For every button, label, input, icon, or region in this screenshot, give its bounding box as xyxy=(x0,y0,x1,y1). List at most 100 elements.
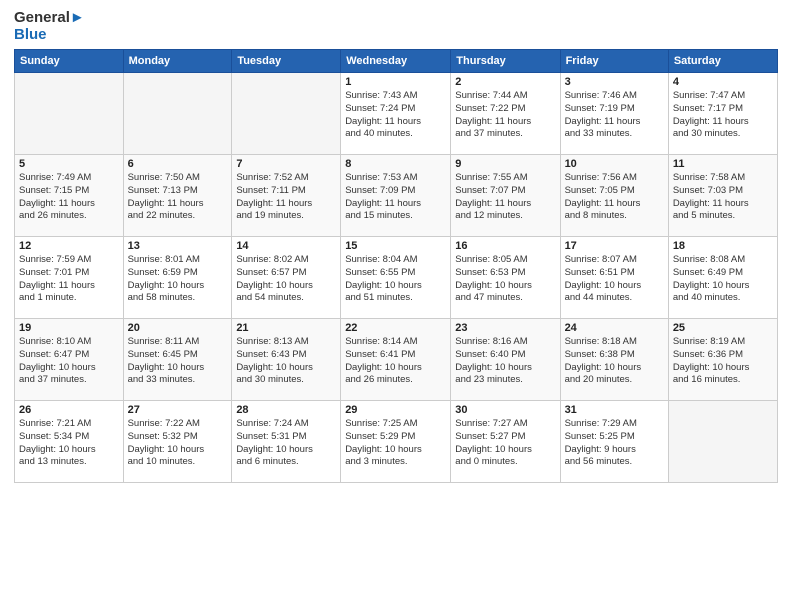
day-number: 16 xyxy=(455,240,555,252)
weekday-header: Monday xyxy=(123,50,232,73)
day-number: 6 xyxy=(128,158,228,170)
calendar-cell xyxy=(15,73,124,155)
day-info: Sunrise: 8:07 AM Sunset: 6:51 PM Dayligh… xyxy=(565,254,664,305)
day-number: 2 xyxy=(455,76,555,88)
day-info: Sunrise: 8:05 AM Sunset: 6:53 PM Dayligh… xyxy=(455,254,555,305)
calendar-cell: 5Sunrise: 7:49 AM Sunset: 7:15 PM Daylig… xyxy=(15,155,124,237)
day-number: 7 xyxy=(236,158,336,170)
day-info: Sunrise: 7:59 AM Sunset: 7:01 PM Dayligh… xyxy=(19,254,119,305)
logo: General► Blue xyxy=(14,10,85,43)
day-info: Sunrise: 7:52 AM Sunset: 7:11 PM Dayligh… xyxy=(236,172,336,223)
day-number: 30 xyxy=(455,404,555,416)
calendar-cell: 15Sunrise: 8:04 AM Sunset: 6:55 PM Dayli… xyxy=(341,237,451,319)
day-info: Sunrise: 7:46 AM Sunset: 7:19 PM Dayligh… xyxy=(565,90,664,141)
day-number: 1 xyxy=(345,76,446,88)
header: General► Blue xyxy=(14,10,778,43)
calendar-cell: 27 Sunrise: 7:22 AM Sunset: 5:32 PM Dayli… xyxy=(123,401,232,483)
calendar-cell xyxy=(668,401,777,483)
calendar-cell: 30 Sunrise: 7:27 AM Sunset: 5:27 PM Dayli… xyxy=(451,401,560,483)
day-number: 26 xyxy=(19,404,119,416)
day-number: 12 xyxy=(19,240,119,252)
day-info: Sunrise: 8:02 AM Sunset: 6:57 PM Dayligh… xyxy=(236,254,336,305)
day-info: Sunrise: 7:43 AM Sunset: 7:24 PM Dayligh… xyxy=(345,90,446,141)
day-info: Sunrise: 8:11 AM Sunset: 6:45 PM Dayligh… xyxy=(128,336,228,387)
calendar-cell: 24 Sunrise: 8:18 AM Sunset: 6:38 PM Dayli… xyxy=(560,319,668,401)
calendar-week-row: 1 Sunrise: 7:43 AM Sunset: 7:24 PM Daylig… xyxy=(15,73,778,155)
day-number: 27 xyxy=(128,404,228,416)
calendar-cell: 14 Sunrise: 8:02 AM Sunset: 6:57 PM Dayli… xyxy=(232,237,341,319)
day-number: 23 xyxy=(455,322,555,334)
day-info: Sunrise: 7:25 AM Sunset: 5:29 PM Dayligh… xyxy=(345,418,446,469)
day-number: 20 xyxy=(128,322,228,334)
day-info: Sunrise: 8:16 AM Sunset: 6:40 PM Dayligh… xyxy=(455,336,555,387)
day-number: 14 xyxy=(236,240,336,252)
calendar-cell: 28 Sunrise: 7:24 AM Sunset: 5:31 PM Dayli… xyxy=(232,401,341,483)
logo-text: General► Blue xyxy=(14,10,85,43)
calendar-cell: 25 Sunrise: 8:19 AM Sunset: 6:36 PM Dayli… xyxy=(668,319,777,401)
day-info: Sunrise: 7:21 AM Sunset: 5:34 PM Dayligh… xyxy=(19,418,119,469)
day-info: Sunrise: 8:19 AM Sunset: 6:36 PM Dayligh… xyxy=(673,336,773,387)
day-info: Sunrise: 8:01 AM Sunset: 6:59 PM Dayligh… xyxy=(128,254,228,305)
weekday-header: Thursday xyxy=(451,50,560,73)
calendar-cell: 8 Sunrise: 7:53 AM Sunset: 7:09 PM Daylig… xyxy=(341,155,451,237)
weekday-header: Sunday xyxy=(15,50,124,73)
day-number: 24 xyxy=(565,322,664,334)
day-number: 3 xyxy=(565,76,664,88)
calendar-cell: 26 Sunrise: 7:21 AM Sunset: 5:34 PM Dayli… xyxy=(15,401,124,483)
calendar-cell: 16 Sunrise: 8:05 AM Sunset: 6:53 PM Dayli… xyxy=(451,237,560,319)
day-number: 19 xyxy=(19,322,119,334)
day-number: 21 xyxy=(236,322,336,334)
calendar-cell: 21 Sunrise: 8:13 AM Sunset: 6:43 PM Dayli… xyxy=(232,319,341,401)
calendar-cell: 19Sunrise: 8:10 AM Sunset: 6:47 PM Dayli… xyxy=(15,319,124,401)
calendar-cell: 11Sunrise: 7:58 AM Sunset: 7:03 PM Dayli… xyxy=(668,155,777,237)
day-number: 29 xyxy=(345,404,446,416)
header-row: SundayMondayTuesdayWednesdayThursdayFrid… xyxy=(15,50,778,73)
day-number: 22 xyxy=(345,322,446,334)
day-number: 11 xyxy=(673,158,773,170)
day-number: 15 xyxy=(345,240,446,252)
day-info: Sunrise: 7:56 AM Sunset: 7:05 PM Dayligh… xyxy=(565,172,664,223)
day-number: 25 xyxy=(673,322,773,334)
calendar-cell: 9 Sunrise: 7:55 AM Sunset: 7:07 PM Daylig… xyxy=(451,155,560,237)
day-info: Sunrise: 8:18 AM Sunset: 6:38 PM Dayligh… xyxy=(565,336,664,387)
calendar-week-row: 5Sunrise: 7:49 AM Sunset: 7:15 PM Daylig… xyxy=(15,155,778,237)
calendar-cell: 31Sunrise: 7:29 AM Sunset: 5:25 PM Dayli… xyxy=(560,401,668,483)
day-info: Sunrise: 7:53 AM Sunset: 7:09 PM Dayligh… xyxy=(345,172,446,223)
day-info: Sunrise: 8:14 AM Sunset: 6:41 PM Dayligh… xyxy=(345,336,446,387)
calendar-cell: 17 Sunrise: 8:07 AM Sunset: 6:51 PM Dayli… xyxy=(560,237,668,319)
day-info: Sunrise: 7:27 AM Sunset: 5:27 PM Dayligh… xyxy=(455,418,555,469)
day-number: 8 xyxy=(345,158,446,170)
calendar-cell: 22 Sunrise: 8:14 AM Sunset: 6:41 PM Dayli… xyxy=(341,319,451,401)
calendar-cell: 23 Sunrise: 8:16 AM Sunset: 6:40 PM Dayli… xyxy=(451,319,560,401)
calendar-week-row: 19Sunrise: 8:10 AM Sunset: 6:47 PM Dayli… xyxy=(15,319,778,401)
day-number: 28 xyxy=(236,404,336,416)
day-info: Sunrise: 7:55 AM Sunset: 7:07 PM Dayligh… xyxy=(455,172,555,223)
day-info: Sunrise: 7:47 AM Sunset: 7:17 PM Dayligh… xyxy=(673,90,773,141)
calendar-cell: 6 Sunrise: 7:50 AM Sunset: 7:13 PM Daylig… xyxy=(123,155,232,237)
day-number: 13 xyxy=(128,240,228,252)
calendar-week-row: 26 Sunrise: 7:21 AM Sunset: 5:34 PM Dayli… xyxy=(15,401,778,483)
calendar-cell: 29 Sunrise: 7:25 AM Sunset: 5:29 PM Dayli… xyxy=(341,401,451,483)
day-number: 9 xyxy=(455,158,555,170)
calendar-cell: 7 Sunrise: 7:52 AM Sunset: 7:11 PM Daylig… xyxy=(232,155,341,237)
day-number: 5 xyxy=(19,158,119,170)
day-info: Sunrise: 8:13 AM Sunset: 6:43 PM Dayligh… xyxy=(236,336,336,387)
calendar-week-row: 12 Sunrise: 7:59 AM Sunset: 7:01 PM Dayli… xyxy=(15,237,778,319)
calendar-cell xyxy=(123,73,232,155)
day-info: Sunrise: 7:50 AM Sunset: 7:13 PM Dayligh… xyxy=(128,172,228,223)
day-number: 17 xyxy=(565,240,664,252)
calendar-cell: 2Sunrise: 7:44 AM Sunset: 7:22 PM Daylig… xyxy=(451,73,560,155)
calendar-cell: 1 Sunrise: 7:43 AM Sunset: 7:24 PM Daylig… xyxy=(341,73,451,155)
page: General► Blue SundayMondayTuesdayWednesd… xyxy=(0,0,792,612)
weekday-header: Saturday xyxy=(668,50,777,73)
day-number: 18 xyxy=(673,240,773,252)
calendar-cell xyxy=(232,73,341,155)
calendar-cell: 4Sunrise: 7:47 AM Sunset: 7:17 PM Daylig… xyxy=(668,73,777,155)
day-info: Sunrise: 7:24 AM Sunset: 5:31 PM Dayligh… xyxy=(236,418,336,469)
calendar-cell: 20 Sunrise: 8:11 AM Sunset: 6:45 PM Dayli… xyxy=(123,319,232,401)
weekday-header: Tuesday xyxy=(232,50,341,73)
day-info: Sunrise: 7:22 AM Sunset: 5:32 PM Dayligh… xyxy=(128,418,228,469)
day-number: 31 xyxy=(565,404,664,416)
calendar-table: SundayMondayTuesdayWednesdayThursdayFrid… xyxy=(14,49,778,483)
day-number: 10 xyxy=(565,158,664,170)
